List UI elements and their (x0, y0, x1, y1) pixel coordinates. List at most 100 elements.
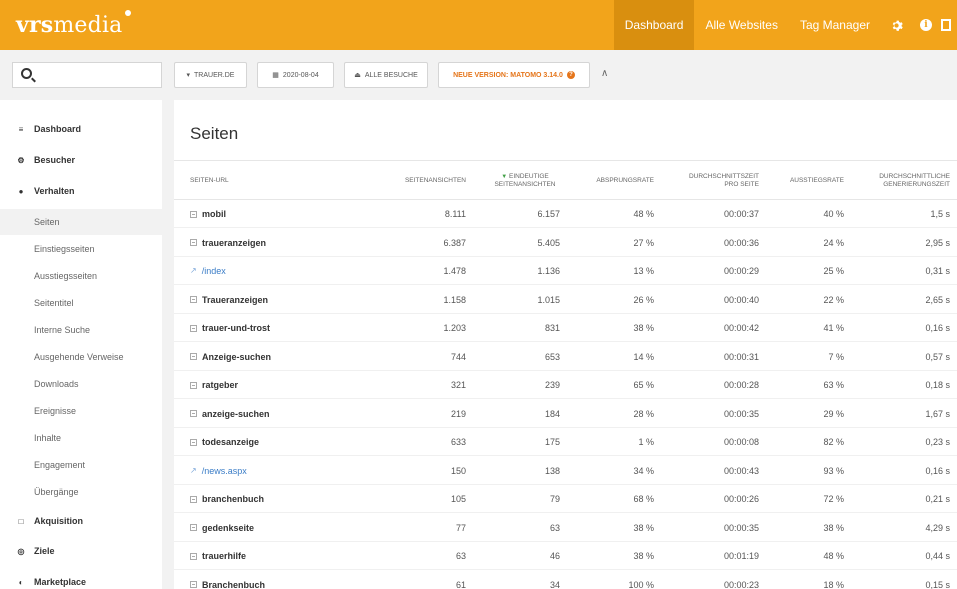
sidebar-item-ausstiegsseiten[interactable]: Ausstiegsseiten (0, 263, 162, 289)
sidebar-item-akquisition[interactable]: □ Akquisition (0, 508, 162, 534)
cell-page-url[interactable]: ↗ /news.aspx (190, 457, 370, 485)
date-selector[interactable]: ▦ 2020-08-04 (257, 62, 334, 88)
table-row[interactable]: ↗ /index 1.478 1.136 13 % 00:00:29 25 % 0,31 s (174, 257, 957, 285)
col-header-url[interactable]: SEITEN-URL (190, 161, 310, 201)
col-header-exit[interactable]: AUSSTIEGSRATE (784, 161, 844, 201)
cell-avg-time: 00:00:36 (723, 237, 759, 248)
update-notice[interactable]: NEUE VERSION: MATOMO 3.14.0 ? (438, 62, 590, 88)
cell-unique: 831 (544, 323, 560, 333)
info-icon[interactable]: i (911, 0, 941, 50)
table-row[interactable]: Traueranzeigen 1.158 1.015 26 % 00:00:40 22 %… (174, 286, 957, 314)
cell-views: 6.387 (443, 237, 466, 248)
cell-unique: 175 (544, 437, 560, 447)
page-url-label: todesanzeige (202, 437, 260, 447)
sidebar-item-seiten[interactable]: Seiten (0, 209, 162, 235)
sidebar-item-seitentitel[interactable]: Seitentitel (0, 290, 162, 316)
cell-exit: 7 % (828, 351, 844, 362)
cell-page-url[interactable]: traueranzeigen (190, 229, 370, 257)
col-header-views[interactable]: SEITENANSICHTEN (384, 161, 466, 201)
col-header-generation[interactable]: DURCHSCHNITTLICHE GENERIERUNGSZEIT (864, 161, 950, 201)
sidebar-item-label: Besucher (34, 155, 76, 165)
table-row[interactable]: todesanzeige 633 175 1 % 00:00:08 82 % 0,23 s (174, 428, 957, 456)
cell-generation: 0,21 s (925, 494, 950, 504)
cell-page-url[interactable]: anzeige-suchen (190, 400, 370, 428)
cell-exit: 25 % (823, 266, 844, 276)
cell-exit: 41 % (823, 323, 844, 333)
cell-page-url[interactable]: trauer-und-trost (190, 314, 370, 342)
sidebar-item-ziele[interactable]: ◎ Ziele (0, 538, 162, 564)
cell-page-url[interactable]: todesanzeige (190, 428, 370, 456)
segment-icon: ⏏ (354, 72, 361, 79)
table-row[interactable]: trauer-und-trost 1.203 831 38 % 00:00:42 41 %… (174, 314, 957, 342)
page-url-label: trauerhilfe (202, 551, 247, 561)
sidebar-item-verhalten[interactable]: ● Verhalten (0, 178, 162, 204)
update-label: NEUE VERSION: MATOMO 3.14.0 (453, 71, 563, 79)
sidebar-item-dashboard[interactable]: ≡ Dashboard (0, 116, 162, 142)
sidebar-item-interne-suche[interactable]: Interne Suche (0, 317, 162, 343)
cell-page-url[interactable]: gedenkseite (190, 514, 370, 542)
expand-folder-icon (190, 495, 197, 503)
cell-page-url[interactable]: ratgeber (190, 371, 370, 399)
table-row[interactable]: branchenbuch 105 79 68 % 00:00:26 72 % 0,21 s (174, 485, 957, 513)
sidebar-item-uebergaenge[interactable]: Übergänge (0, 479, 162, 505)
nav-tag-manager[interactable]: Tag Manager (789, 0, 881, 50)
col-header-unique[interactable]: ▼ EINDEUTIGE SEITENANSICHTEN (490, 161, 560, 201)
expand-folder-icon (190, 239, 197, 246)
window-icon[interactable] (941, 0, 957, 50)
cell-exit: 63 % (823, 380, 844, 390)
collapse-toggle-icon[interactable]: ∧ (601, 68, 608, 79)
cell-page-url[interactable]: mobil (190, 200, 370, 228)
search-icon (21, 68, 32, 79)
gear-icon[interactable] (881, 0, 911, 50)
sidebar-item-ausgehende-verweise[interactable]: Ausgehende Verweise (0, 344, 162, 370)
col-header-avg-time[interactable]: DURCHSCHNITTSZEIT PRO SEITE (679, 161, 759, 201)
vrsmedia-logo[interactable]: vrsmedia (16, 10, 131, 38)
table-row[interactable]: traueranzeigen 6.387 5.405 27 % 00:00:36 24 %… (174, 229, 957, 257)
page-url-label: branchenbuch (202, 494, 265, 504)
sidebar-item-downloads[interactable]: Downloads (0, 371, 162, 397)
search-input[interactable] (12, 62, 162, 88)
cell-avg-time: 00:01:19 (723, 551, 759, 561)
sidebar-item-ereignisse[interactable]: Ereignisse (0, 398, 162, 424)
cell-page-url[interactable]: trauerhilfe (190, 542, 370, 570)
table-row[interactable]: ratgeber 321 239 65 % 00:00:28 63 % 0,18 s (174, 371, 957, 399)
table-row[interactable]: gedenkseite 77 63 38 % 00:00:35 38 % 4,29 s (174, 514, 957, 542)
cell-bounce: 65 % (633, 380, 654, 390)
site-selector[interactable]: ▾ TRAUER.DE (174, 62, 247, 88)
cell-avg-time: 00:00:28 (723, 380, 759, 390)
cell-avg-time: 00:00:31 (723, 351, 759, 362)
table-header: SEITEN-URL SEITENANSICHTEN ▼ EINDEUTIGE … (174, 160, 957, 200)
nav-dashboard[interactable]: Dashboard (613, 0, 695, 50)
nav-all-websites[interactable]: Alle Websites (694, 0, 788, 50)
page-url-label: traueranzeigen (202, 237, 267, 248)
cell-generation: 0,16 s (925, 323, 950, 333)
segment-selector[interactable]: ⏏ ALLE BESUCHE (344, 62, 428, 88)
col-header-bounce[interactable]: ABSPRUNGSRATE (584, 161, 654, 201)
cell-page-url[interactable]: branchenbuch (190, 485, 370, 513)
expand-folder-icon (190, 524, 197, 531)
sidebar-item-einstiegsseiten[interactable]: Einstiegsseiten (0, 236, 162, 262)
table-row[interactable]: mobil 8.111 6.157 48 % 00:00:37 40 % 1,5 s (174, 200, 957, 228)
sidebar-item-besucher[interactable]: ⚙ Besucher (0, 147, 162, 173)
cell-page-url[interactable]: ↗ /index (190, 257, 370, 285)
cell-views: 77 (455, 522, 466, 533)
table-row[interactable]: ↗ /news.aspx 150 138 34 % 00:00:43 93 % 0,16 s (174, 457, 957, 485)
cell-page-url[interactable]: Branchenbuch (190, 571, 370, 589)
cell-page-url[interactable]: Anzeige-suchen (190, 343, 370, 371)
cell-unique: 5.405 (537, 237, 560, 248)
table-row[interactable]: anzeige-suchen 219 184 28 % 00:00:35 29 % 1,67… (174, 400, 957, 428)
table-row[interactable]: trauerhilfe 63 46 38 % 00:01:19 48 % 0,44 s (174, 542, 957, 570)
cell-unique: 79 (549, 494, 560, 504)
sidebar-item-engagement[interactable]: Engagement (0, 452, 162, 478)
cell-avg-time: 00:00:26 (723, 494, 759, 504)
cell-bounce: 26 % (633, 294, 654, 305)
page-url-label: gedenkseite (202, 522, 255, 533)
sidebar-item-inhalte[interactable]: Inhalte (0, 425, 162, 451)
cell-avg-time: 00:00:43 (723, 465, 759, 476)
cell-generation: 0,44 s (925, 551, 950, 561)
sidebar-item-marketplace[interactable]: ◐ Marketplace (0, 569, 162, 589)
table-row[interactable]: Branchenbuch 61 34 100 % 00:00:23 18 % 0,15 s (174, 571, 957, 589)
cell-page-url[interactable]: Traueranzeigen (190, 286, 370, 314)
table-row[interactable]: Anzeige-suchen 744 653 14 % 00:00:31 7 % 0,57 … (174, 343, 957, 371)
cell-generation: 0,18 s (925, 380, 950, 390)
